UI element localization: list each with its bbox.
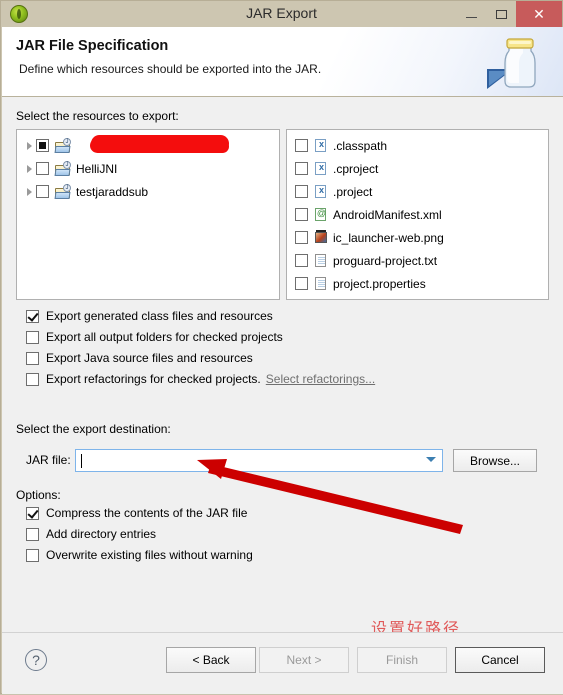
options-label: Options: — [16, 488, 61, 502]
checkbox-box[interactable] — [26, 548, 39, 562]
list-item[interactable]: project.properties — [287, 272, 548, 295]
checkbox-label: Overwrite existing files without warning — [46, 548, 253, 562]
tree-row[interactable]: J testjaraddsub — [17, 180, 279, 203]
text-file-icon — [314, 276, 328, 291]
file-checkbox[interactable] — [295, 185, 308, 198]
checkbox-box[interactable] — [26, 527, 39, 541]
text-file-icon — [314, 253, 328, 268]
checkbox-label: Add directory entries — [46, 527, 157, 541]
tree-checkbox[interactable] — [36, 185, 49, 198]
file-label: .classpath — [333, 138, 388, 153]
file-checkbox[interactable] — [295, 208, 308, 221]
wizard-header: JAR File Specification Define which reso… — [2, 27, 563, 97]
tree-item-label: testjaraddsub — [76, 184, 149, 199]
text-cursor — [81, 454, 82, 468]
checkbox-box[interactable] — [26, 372, 39, 386]
file-checkbox[interactable] — [295, 162, 308, 175]
checkbox-box[interactable] — [26, 309, 39, 323]
tree-checkbox[interactable] — [36, 162, 49, 175]
title-bar: JAR Export ✕ — [1, 1, 562, 27]
checkbox-export-generated-class-files[interactable]: Export generated class files and resourc… — [26, 309, 273, 323]
xml-file-icon — [314, 161, 328, 176]
manifest-file-icon — [314, 207, 328, 222]
finish-button: Finish — [357, 647, 447, 673]
java-project-icon: J — [54, 184, 71, 199]
file-label: proguard-project.txt — [333, 253, 438, 268]
list-item[interactable]: ic_launcher-web.png — [287, 226, 548, 249]
destination-label: Select the export destination: — [16, 422, 171, 436]
checkbox-export-all-output-folders[interactable]: Export all output folders for checked pr… — [26, 330, 283, 344]
file-label: project.properties — [333, 276, 426, 291]
checkbox-box[interactable] — [26, 330, 39, 344]
page-subtitle: Define which resources should be exporte… — [19, 62, 322, 76]
page-title: JAR File Specification — [16, 38, 169, 54]
jar-export-dialog: JAR Export ✕ JAR File Specification Defi… — [0, 0, 563, 694]
expand-arrow-icon[interactable] — [23, 185, 36, 198]
list-item[interactable]: AndroidManifest.xml — [287, 203, 548, 226]
resource-file-list[interactable]: .classpath .cproject .project AndroidMan… — [286, 129, 549, 300]
checkbox-box[interactable] — [26, 506, 39, 520]
expand-arrow-icon[interactable] — [23, 162, 36, 175]
minimize-icon — [465, 16, 477, 18]
list-item[interactable]: proguard-project.txt — [287, 249, 548, 272]
redaction-overlay — [91, 135, 229, 152]
tree-row[interactable]: J — [17, 134, 279, 157]
xml-file-icon — [314, 184, 328, 199]
resource-tree[interactable]: J J HelliJNI J testjaraddsub — [16, 129, 280, 300]
java-project-icon: J — [54, 161, 71, 176]
browse-button[interactable]: Browse... — [453, 449, 537, 472]
tree-checkbox[interactable] — [36, 139, 49, 152]
tree-row[interactable]: J HelliJNI — [17, 157, 279, 180]
list-item[interactable]: .classpath — [287, 134, 548, 157]
file-checkbox[interactable] — [295, 139, 308, 152]
jar-icon — [483, 31, 555, 93]
list-item[interactable]: .project — [287, 180, 548, 203]
file-checkbox[interactable] — [295, 231, 308, 244]
list-item[interactable]: .cproject — [287, 157, 548, 180]
checkbox-label: Export generated class files and resourc… — [46, 309, 273, 323]
file-label: .project — [333, 184, 373, 199]
cancel-button[interactable]: Cancel — [455, 647, 545, 673]
file-label: ic_launcher-web.png — [333, 230, 444, 245]
jar-file-field-label: JAR file: — [26, 453, 71, 467]
checkbox-compress-contents[interactable]: Compress the contents of the JAR file — [26, 506, 247, 520]
checkbox-export-java-source-files[interactable]: Export Java source files and resources — [26, 351, 253, 365]
expand-arrow-icon[interactable] — [23, 139, 36, 152]
select-refactorings-link[interactable]: Select refactorings... — [266, 372, 375, 386]
close-icon: ✕ — [533, 5, 545, 22]
checkbox-label: Export Java source files and resources — [46, 351, 253, 365]
xml-file-icon — [314, 138, 328, 153]
tree-item-label: HelliJNI — [76, 161, 118, 176]
file-label: AndroidManifest.xml — [333, 207, 442, 222]
close-button[interactable]: ✕ — [516, 1, 562, 27]
help-icon[interactable]: ? — [25, 649, 47, 671]
checkbox-label: Compress the contents of the JAR file — [46, 506, 248, 520]
checkbox-label: Export refactorings for checked projects… — [46, 372, 261, 386]
jar-file-input[interactable] — [75, 449, 443, 472]
checkbox-export-refactorings[interactable]: Export refactorings for checked projects… — [26, 372, 375, 386]
java-project-icon: J — [54, 138, 71, 153]
file-label: .cproject — [333, 161, 379, 176]
resources-label: Select the resources to export: — [16, 109, 179, 123]
minimize-button[interactable] — [456, 1, 486, 27]
checkbox-box[interactable] — [26, 351, 39, 365]
next-button: Next > — [259, 647, 349, 673]
file-checkbox[interactable] — [295, 254, 308, 267]
image-file-icon — [314, 230, 328, 245]
back-button[interactable]: < Back — [166, 647, 256, 673]
checkbox-overwrite-existing-files[interactable]: Overwrite existing files without warning — [26, 548, 253, 562]
checkbox-label: Export all output folders for checked pr… — [46, 330, 283, 344]
checkbox-add-directory-entries[interactable]: Add directory entries — [26, 527, 156, 541]
maximize-button[interactable] — [486, 1, 516, 27]
chevron-down-icon[interactable] — [421, 451, 440, 470]
maximize-icon — [495, 9, 507, 19]
file-checkbox[interactable] — [295, 277, 308, 290]
dialog-footer: ? < Back Next > Finish Cancel — [2, 632, 563, 694]
wizard-body: Select the resources to export: J J Hell… — [2, 97, 563, 638]
